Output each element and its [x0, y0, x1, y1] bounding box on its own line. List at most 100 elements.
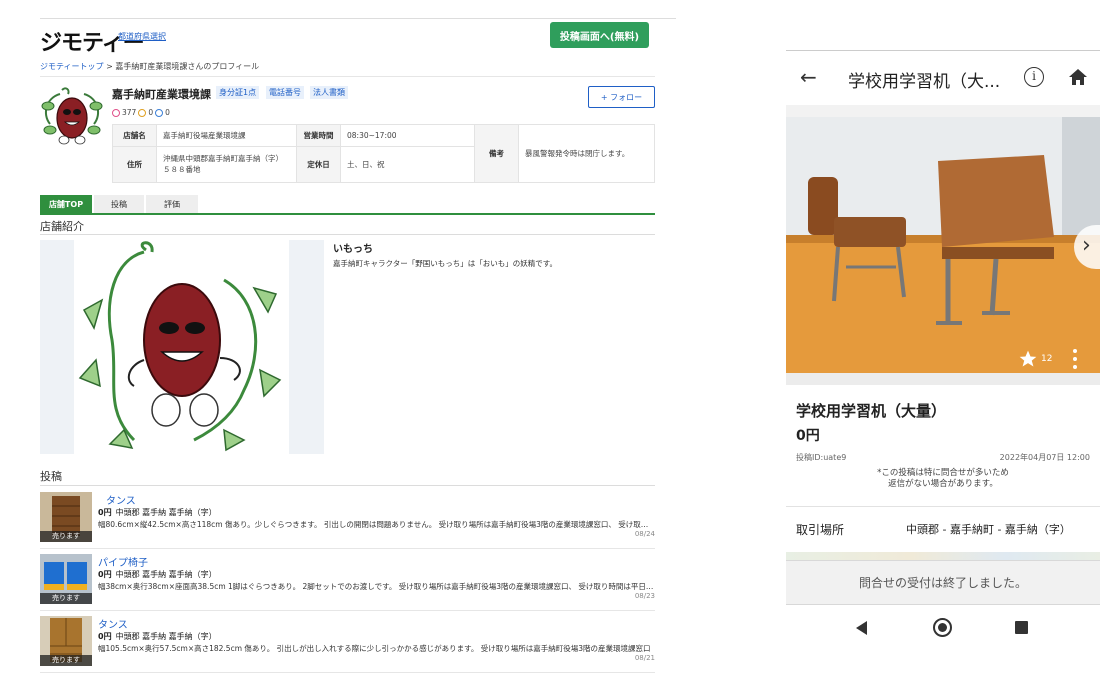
intro-section-title: 店舗紹介	[40, 220, 84, 233]
avatar	[40, 84, 104, 148]
place-label: 取引場所	[796, 523, 845, 537]
rating-counts: 377 0 0	[112, 108, 170, 117]
more-options-icon[interactable]	[1072, 349, 1078, 371]
inquiry-note-line1: *この投稿は特に問合せが多いため	[877, 468, 1009, 478]
post-title[interactable]: パイプ椅子	[98, 554, 148, 569]
breadcrumb: ジモティートップ > 嘉手納町産業環境課さんのプロフィール	[40, 61, 259, 72]
breadcrumb-separator: >	[106, 62, 113, 71]
post-description: 幅80.6cm×縦42.5cm×高さ118cm 傷あり。少しぐらつきます。 引出…	[98, 520, 655, 529]
closed-days-value: 土、日、祝	[340, 145, 475, 184]
item-photo[interactable]: › 12	[786, 117, 1100, 373]
inquiry-closed-banner: 問合せの受付は終了しました。	[786, 560, 1100, 605]
posts-section-title: 投稿	[40, 470, 62, 483]
top-divider	[40, 18, 676, 19]
photo-bottom-strip	[786, 373, 1100, 385]
post-price-line: 0円 中頭郡 嘉手納 嘉手納（字）	[98, 569, 217, 580]
post-location: 中頭郡 嘉手納 嘉手納（字）	[115, 508, 217, 517]
shop-name: 嘉手納町産業環境課	[112, 88, 211, 101]
post-price: 0円	[98, 632, 112, 641]
tab-underline	[40, 213, 655, 215]
normal-count: 0	[148, 108, 154, 117]
app-header: ← 学校用学習机（大... i	[786, 51, 1100, 105]
hours-label: 営業時間	[296, 124, 341, 147]
header-title: 学校用学習机（大...	[848, 72, 1001, 92]
post-thumbnail[interactable]: 売ります	[40, 492, 92, 542]
chevron-right-icon: ›	[1082, 233, 1091, 258]
post-title[interactable]: タンス	[98, 616, 128, 631]
favorite-counter[interactable]: 12	[1018, 349, 1052, 369]
prefecture-select-link[interactable]: 都道府県選択	[118, 31, 166, 42]
bad-count: 0	[165, 108, 170, 117]
favorite-count: 12	[1041, 354, 1053, 364]
post-description: 幅105.5cm×奥行57.5cm×高さ182.5cm 傷あり。 引出しが出し入…	[98, 644, 651, 653]
store-value: 嘉手納町役場産業環境課	[156, 124, 297, 147]
post-description: 幅38cm×奥行38cm×座面高38.5cm 1脚はぐらつきあり。 2脚セットで…	[98, 582, 655, 591]
post-list-item[interactable]: 売ります パイプ椅子 0円 中頭郡 嘉手納 嘉手納（字） 幅38cm×奥行38cm…	[40, 554, 655, 610]
breadcrumb-home-link[interactable]: ジモティートップ	[40, 62, 104, 71]
closed-days-label: 定休日	[296, 145, 341, 184]
posts-section-divider	[40, 485, 655, 486]
system-nav-bar	[786, 610, 1100, 646]
address-value: 沖縄県中頭郡嘉手納町嘉手納（字）５８８番地	[156, 145, 297, 184]
badge-phone: 電話番号	[266, 86, 304, 99]
post-date: 2022年04月07日 12:00	[999, 453, 1090, 462]
tab-store-top[interactable]: 店舗TOP	[40, 195, 92, 213]
post-price: 0円	[98, 508, 112, 517]
post-title[interactable]: タンス	[106, 492, 136, 507]
breadcrumb-current: 嘉手納町産業環境課さんのプロフィール	[115, 62, 260, 71]
nav-home-icon[interactable]	[933, 618, 952, 637]
address-label: 住所	[112, 145, 157, 184]
star-icon	[1019, 350, 1037, 367]
inquiry-note-line2: 返信がない場合があります。	[888, 479, 998, 489]
store-label: 店舗名	[112, 124, 157, 147]
good-rating-icon	[112, 108, 120, 117]
back-arrow-icon[interactable]: ←	[800, 65, 817, 89]
post-divider	[40, 610, 655, 611]
post-id: 投稿ID:uate9	[796, 453, 847, 462]
intro-section-divider	[40, 234, 655, 235]
sold-badge: 売ります	[40, 593, 92, 604]
map-preview[interactable]	[786, 552, 1100, 560]
bad-rating-icon	[155, 108, 164, 117]
post-price-line: 0円 中頭郡 嘉手納 嘉手納（字）	[98, 507, 217, 518]
post-list-item[interactable]: 売ります タンス 0円 中頭郡 嘉手納 嘉手納（字） 幅80.6cm×縦42.5c…	[40, 492, 655, 548]
remarks-label: 備考	[474, 124, 519, 183]
home-icon[interactable]	[1068, 67, 1088, 87]
item-price: 0円	[796, 428, 820, 444]
post-screen-button[interactable]: 投稿画面へ(無料)	[550, 22, 649, 48]
post-thumbnail[interactable]: 売ります	[40, 616, 92, 666]
nav-recent-apps-icon[interactable]	[1015, 621, 1028, 634]
post-thumbnail[interactable]: 売ります	[40, 554, 92, 604]
intro-text: 嘉手納町キャラクター「野国いもっち」は「おいも」の妖精です。	[333, 259, 557, 268]
tab-reviews[interactable]: 評価	[146, 195, 198, 213]
tab-posts[interactable]: 投稿	[94, 195, 144, 213]
post-date: 08/24	[634, 530, 655, 538]
breadcrumb-divider	[40, 76, 655, 77]
post-date: 08/21	[634, 654, 655, 662]
profile-tabs: 店舗TOP 投稿 評価	[40, 195, 198, 213]
place-value: 中頭郡 - 嘉手納町 - 嘉手納（字）	[906, 523, 1071, 536]
intro-title: いもっち	[333, 244, 373, 255]
header-shadow	[786, 105, 1100, 117]
hours-value: 08:30~17:00	[340, 124, 475, 147]
mobile-item-page: ← 学校用学習机（大... i › 12 学校用学習机（大量） 0円 投稿ID:…	[786, 50, 1100, 650]
badge-id-verified: 身分証1点	[216, 86, 260, 99]
normal-rating-icon	[138, 108, 147, 117]
badge-corporate-docs: 法人書類	[310, 86, 348, 99]
good-count: 377	[122, 108, 137, 117]
post-list-item[interactable]: 売ります タンス 0円 中頭郡 嘉手納 嘉手納（字） 幅105.5cm×奥行57.…	[40, 616, 655, 672]
mascot-image	[40, 240, 324, 454]
remarks-value: 暴風警報発令時は閉庁します。	[518, 124, 655, 183]
inquiry-note: *この投稿は特に問合せが多いため 返信がない場合があります。	[786, 468, 1100, 490]
post-location: 中頭郡 嘉手納 嘉手納（字）	[115, 632, 217, 641]
nav-back-icon[interactable]	[856, 621, 867, 635]
item-title: 学校用学習机（大量）	[796, 402, 947, 420]
section-divider	[786, 506, 1100, 507]
shop-info-table: 店舗名 嘉手納町役場産業環境課 営業時間 08:30~17:00 備考 暴風警報…	[112, 124, 655, 184]
follow-button[interactable]: + フォロー	[588, 86, 655, 108]
post-price-line: 0円 中頭郡 嘉手納 嘉手納（字）	[98, 631, 217, 642]
sold-badge: 売ります	[40, 655, 92, 666]
post-location: 中頭郡 嘉手納 嘉手納（字）	[115, 570, 217, 579]
info-icon[interactable]: i	[1024, 67, 1044, 87]
post-date: 08/23	[634, 592, 655, 600]
